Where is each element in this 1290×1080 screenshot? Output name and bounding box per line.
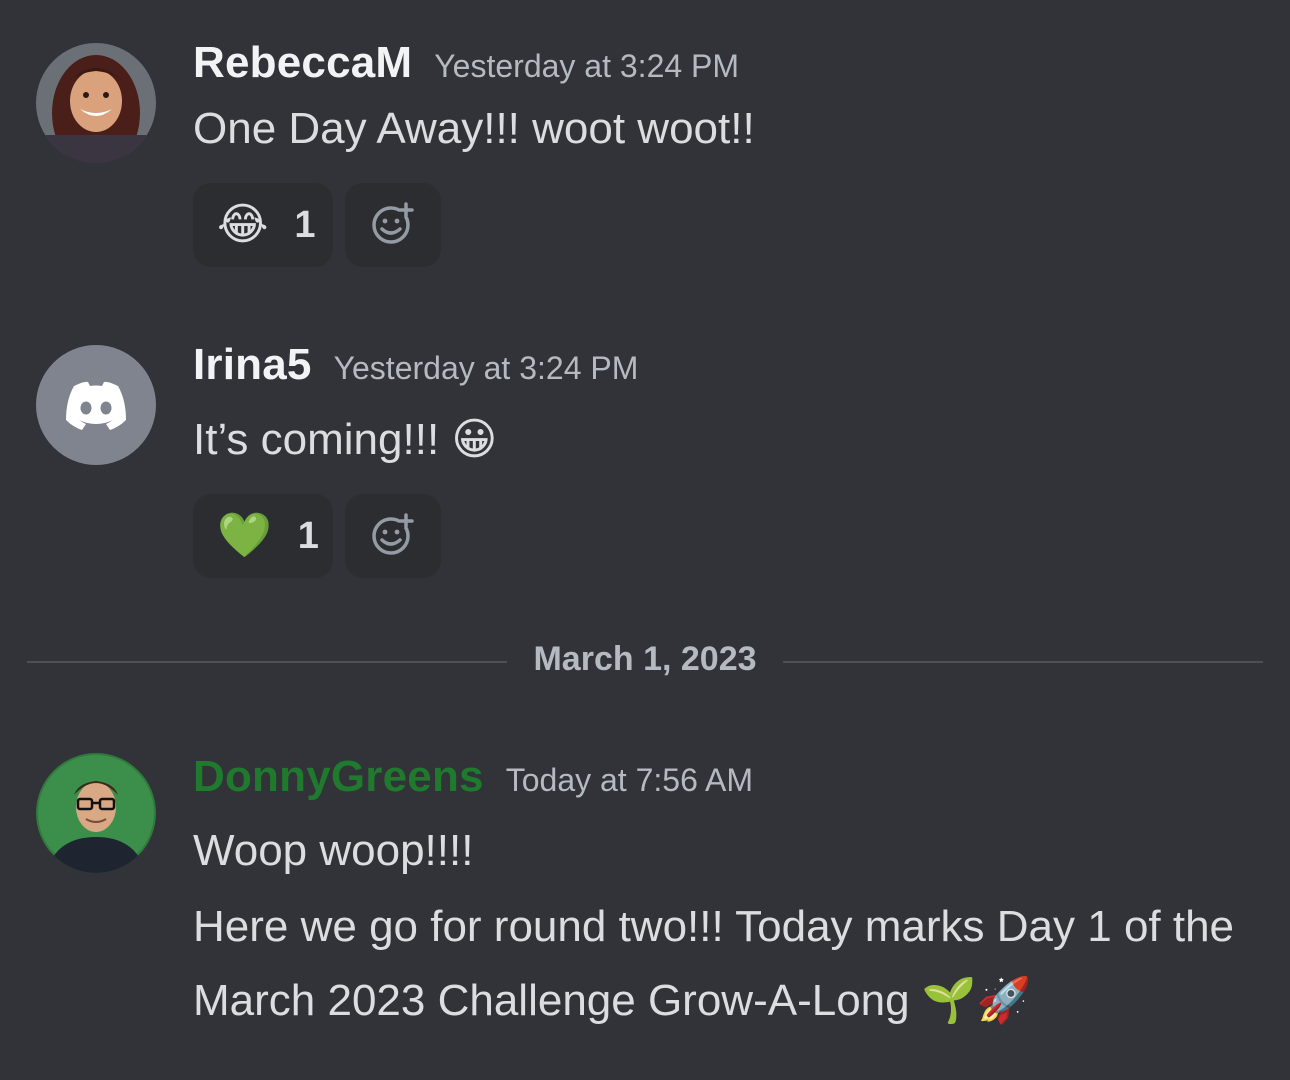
- divider-line: [783, 661, 1263, 663]
- message-text-container: March 2023 Challenge Grow-A-Long 🌱🚀: [193, 974, 1031, 1026]
- discord-logo-icon: [36, 345, 156, 465]
- seedling-rocket-emoji-icon: 🌱🚀: [921, 976, 1032, 1025]
- timestamp: Today at 7:56 AM: [505, 762, 753, 798]
- message-text: One Day Away!!! woot woot!!: [193, 104, 755, 153]
- timestamp: Yesterday at 3:24 PM: [333, 350, 639, 386]
- reaction-count: 1: [297, 514, 319, 557]
- message-text: Here we go for round two!!! Today marks …: [193, 902, 1235, 951]
- joy-emoji-icon: 😂: [217, 200, 269, 249]
- timestamp: Yesterday at 3:24 PM: [434, 48, 740, 84]
- message-text: It’s coming!!!: [193, 415, 440, 464]
- message-text: Woop woop!!!!: [193, 826, 474, 875]
- divider-date: March 1, 2023: [533, 640, 757, 678]
- username[interactable]: RebeccaM: [193, 38, 412, 87]
- username[interactable]: Irina5: [193, 340, 312, 389]
- chat-message-list: RebeccaM Yesterday at 3:24 PM One Day Awa…: [0, 0, 1290, 1080]
- green-heart-emoji-icon: 💚: [217, 511, 272, 560]
- avatar-rebeccam[interactable]: [36, 43, 156, 163]
- reaction-count: 1: [294, 203, 316, 246]
- divider-line: [27, 661, 507, 663]
- add-reaction-icon: [371, 201, 415, 250]
- add-reaction-button[interactable]: [345, 183, 441, 267]
- avatar-donnygreens[interactable]: [36, 753, 156, 873]
- message-text: March 2023 Challenge Grow-A-Long: [193, 976, 910, 1025]
- reaction-joy[interactable]: 😂 1: [193, 183, 333, 267]
- username[interactable]: DonnyGreens: [193, 752, 484, 801]
- date-divider: March 1, 2023: [27, 632, 1263, 692]
- add-reaction-button[interactable]: [345, 494, 441, 578]
- reaction-green-heart[interactable]: 💚 1: [193, 494, 333, 578]
- avatar-irina5[interactable]: [36, 345, 156, 465]
- message-text-container: It’s coming!!! 😀: [193, 414, 497, 465]
- grinning-emoji-icon: 😀: [451, 415, 498, 464]
- add-reaction-icon: [371, 512, 415, 561]
